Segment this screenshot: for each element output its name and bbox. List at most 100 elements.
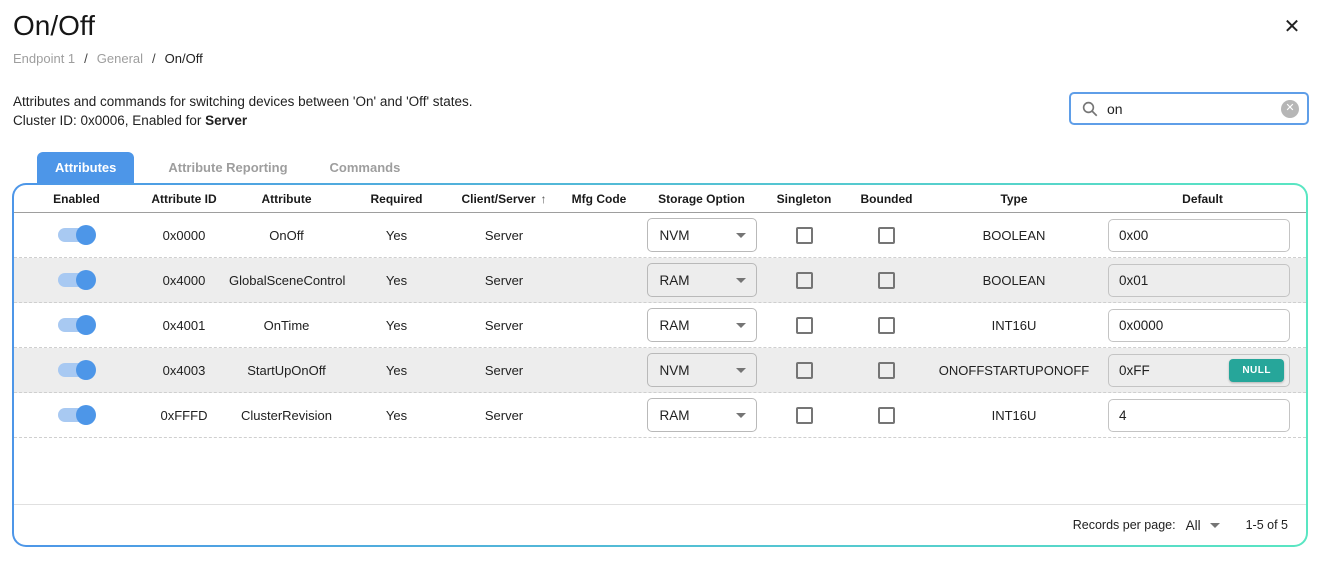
attribute-name-cell: GlobalSceneControl [229,273,344,288]
singleton-checkbox[interactable] [796,362,813,379]
attribute-name-cell: ClusterRevision [229,408,344,423]
col-header-client-server[interactable]: Client/Server ↑ [449,192,559,206]
attribute-id-cell: 0xFFFD [139,408,229,423]
type-cell: INT16U [929,318,1099,333]
storage-option-select[interactable]: NVM [647,218,757,252]
breadcrumb: Endpoint 1 / General / On/Off [13,51,203,66]
col-header-type[interactable]: Type [929,192,1099,206]
table-row: 0x4001 OnTime Yes Server RAM INT16U NULL [14,303,1306,348]
bounded-checkbox[interactable] [878,317,895,334]
attribute-id-cell: 0x4001 [139,318,229,333]
dropdown-arrow-icon [736,368,746,373]
client-server-cell: Server [449,273,559,288]
bounded-checkbox[interactable] [878,407,895,424]
col-header-bounded[interactable]: Bounded [844,192,929,206]
records-per-page-select[interactable]: All [1186,518,1220,533]
col-header-default[interactable]: Default [1099,192,1306,206]
storage-option-value: NVM [660,228,736,243]
client-server-cell: Server [449,363,559,378]
enabled-toggle[interactable] [58,315,96,335]
close-icon[interactable]: ✕ [1278,12,1306,40]
storage-option-value: RAM [660,273,736,288]
toggle-thumb [76,270,96,290]
tab-attribute-reporting[interactable]: Attribute Reporting [150,152,305,183]
storage-option-value: RAM [660,318,736,333]
storage-option-select[interactable]: RAM [647,398,757,432]
enabled-toggle[interactable] [58,270,96,290]
breadcrumb-separator: / [84,51,88,66]
enabled-toggle[interactable] [58,360,96,380]
singleton-checkbox[interactable] [796,272,813,289]
sort-asc-icon: ↑ [541,192,547,206]
cluster-description: Attributes and commands for switching de… [13,92,473,130]
type-cell: INT16U [929,408,1099,423]
page-title: On/Off [13,10,95,42]
toggle-thumb [76,225,96,245]
required-cell: Yes [344,363,449,378]
table-row: 0x4000 GlobalSceneControl Yes Server RAM… [14,258,1306,303]
attribute-id-cell: 0x0000 [139,228,229,243]
type-cell: BOOLEAN [929,228,1099,243]
table-row: 0x0000 OnOff Yes Server NVM BOOLEAN NULL [14,213,1306,258]
col-header-required[interactable]: Required [344,192,449,206]
default-value-input[interactable] [1108,309,1290,342]
client-server-cell: Server [449,408,559,423]
breadcrumb-general[interactable]: General [97,51,143,66]
client-server-cell: Server [449,318,559,333]
dropdown-arrow-icon [736,413,746,418]
singleton-checkbox[interactable] [796,407,813,424]
null-badge[interactable]: NULL [1229,359,1284,382]
records-per-page-label: Records per page: [1073,518,1176,532]
storage-option-select[interactable]: NVM [647,353,757,387]
search-input[interactable] [1107,101,1281,117]
singleton-checkbox[interactable] [796,317,813,334]
attribute-name-cell: OnOff [229,228,344,243]
attribute-name-cell: StartUpOnOff [229,363,344,378]
client-server-cell: Server [449,228,559,243]
attribute-id-cell: 0x4003 [139,363,229,378]
storage-option-select[interactable]: RAM [647,263,757,297]
attribute-name-cell: OnTime [229,318,344,333]
storage-option-value: RAM [660,408,736,423]
singleton-checkbox[interactable] [796,227,813,244]
table-header-row: Enabled Attribute ID Attribute Required … [14,185,1306,213]
table-footer: Records per page: All 1-5 of 5 [14,504,1306,545]
col-header-attribute[interactable]: Attribute [229,192,344,206]
toggle-thumb [76,315,96,335]
table-row: 0xFFFD ClusterRevision Yes Server RAM IN… [14,393,1306,438]
col-header-attribute-id[interactable]: Attribute ID [139,192,229,206]
breadcrumb-current: On/Off [165,51,203,66]
breadcrumb-separator: / [152,51,156,66]
records-per-page-value: All [1186,518,1201,533]
cluster-id-line: Cluster ID: 0x0006, Enabled for Server [13,111,473,130]
search-icon [1081,100,1099,118]
tab-bar: Attributes Attribute Reporting Commands [13,152,424,183]
search-box[interactable]: ✕ [1069,92,1309,125]
enabled-toggle[interactable] [58,225,96,245]
clear-search-icon[interactable]: ✕ [1281,100,1299,118]
required-cell: Yes [344,228,449,243]
col-header-mfg-code[interactable]: Mfg Code [559,192,639,206]
col-header-storage-option[interactable]: Storage Option [639,192,764,206]
bounded-checkbox[interactable] [878,362,895,379]
type-cell: BOOLEAN [929,273,1099,288]
dropdown-arrow-icon [736,323,746,328]
attributes-table: Enabled Attribute ID Attribute Required … [12,183,1308,547]
enabled-toggle[interactable] [58,405,96,425]
default-value-input[interactable] [1108,219,1290,252]
bounded-checkbox[interactable] [878,227,895,244]
col-header-singleton[interactable]: Singleton [764,192,844,206]
toggle-thumb [76,405,96,425]
default-value-input[interactable] [1108,399,1290,432]
tab-commands[interactable]: Commands [312,152,419,183]
tab-attributes[interactable]: Attributes [37,152,134,183]
breadcrumb-endpoint[interactable]: Endpoint 1 [13,51,75,66]
required-cell: Yes [344,408,449,423]
required-cell: Yes [344,273,449,288]
bounded-checkbox[interactable] [878,272,895,289]
storage-option-select[interactable]: RAM [647,308,757,342]
default-value-input[interactable] [1108,264,1290,297]
col-header-enabled[interactable]: Enabled [14,192,139,206]
dropdown-arrow-icon [736,233,746,238]
type-cell: ONOFFSTARTUPONOFF [929,363,1099,378]
